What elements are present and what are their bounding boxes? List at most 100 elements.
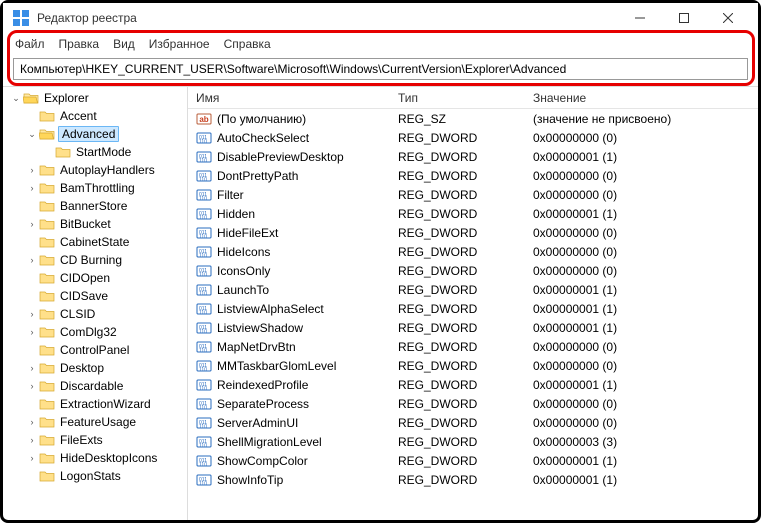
- chevron-right-icon[interactable]: ›: [25, 255, 39, 265]
- folder-icon: [39, 307, 55, 321]
- list-header[interactable]: Имя Тип Значение: [188, 87, 758, 109]
- tree-item[interactable]: CIDOpen: [3, 269, 187, 287]
- tree-item[interactable]: ›BitBucket: [3, 215, 187, 233]
- chevron-right-icon[interactable]: ›: [25, 417, 39, 427]
- tree-item[interactable]: › HideDesktopIcons: [3, 449, 187, 467]
- chevron-right-icon[interactable]: ›: [25, 309, 39, 319]
- value-data: 0x00000001 (1): [533, 473, 758, 487]
- tree-item[interactable]: ControlPanel: [3, 341, 187, 359]
- tree-item[interactable]: ›CD Burning: [3, 251, 187, 269]
- chevron-right-icon[interactable]: ›: [25, 435, 39, 445]
- tree-item-label: Accent: [58, 109, 99, 123]
- list-row[interactable]: 011110HideIconsREG_DWORD0x00000000 (0): [188, 242, 758, 261]
- list-row[interactable]: 011110AutoCheckSelectREG_DWORD0x00000000…: [188, 128, 758, 147]
- tree-pane[interactable]: ⌄Explorer Accent ⌄AdvancedStartMode›Autopl…: [3, 87, 188, 520]
- list-row[interactable]: 011110ShowCompColorREG_DWORD0x00000001 (…: [188, 451, 758, 470]
- tree-item[interactable]: StartMode: [3, 143, 187, 161]
- tree-item[interactable]: CabinetState: [3, 233, 187, 251]
- menu-item[interactable]: Файл: [15, 37, 45, 51]
- value-data: 0x00000001 (1): [533, 207, 758, 221]
- chevron-right-icon[interactable]: ›: [25, 183, 39, 193]
- svg-text:110: 110: [199, 424, 207, 430]
- value-data: 0x00000000 (0): [533, 416, 758, 430]
- list-row[interactable]: 011110ReindexedProfileREG_DWORD0x0000000…: [188, 375, 758, 394]
- chevron-right-icon[interactable]: ›: [25, 381, 39, 391]
- list-row[interactable]: 011110SeparateProcessREG_DWORD0x00000000…: [188, 394, 758, 413]
- value-data: 0x00000001 (1): [533, 302, 758, 316]
- list-row[interactable]: 011110ShowInfoTipREG_DWORD0x00000001 (1): [188, 470, 758, 489]
- list-row[interactable]: 011110ServerAdminUIREG_DWORD0x00000000 (…: [188, 413, 758, 432]
- value-type: REG_DWORD: [398, 131, 533, 145]
- chevron-right-icon[interactable]: ›: [25, 165, 39, 175]
- tree-item[interactable]: ›ComDlg32: [3, 323, 187, 341]
- header-name[interactable]: Имя: [188, 91, 398, 105]
- value-name: MMTaskbarGlomLevel: [217, 359, 336, 373]
- maximize-button[interactable]: [662, 3, 706, 33]
- svg-text:110: 110: [199, 348, 207, 354]
- tree-item-label: CIDSave: [58, 289, 110, 303]
- list-row[interactable]: 011110HideFileExtREG_DWORD0x00000000 (0): [188, 223, 758, 242]
- list-row[interactable]: 011110MMTaskbarGlomLevelREG_DWORD0x00000…: [188, 356, 758, 375]
- value-name: HideFileExt: [217, 226, 278, 240]
- menu-item[interactable]: Правка: [59, 37, 100, 51]
- tree-item[interactable]: Accent: [3, 107, 187, 125]
- chevron-down-icon[interactable]: ⌄: [9, 93, 23, 104]
- chevron-right-icon[interactable]: ›: [25, 453, 39, 463]
- folder-icon: [39, 271, 55, 285]
- title-bar[interactable]: Редактор реестра: [3, 3, 758, 33]
- tree-item[interactable]: ›CLSID: [3, 305, 187, 323]
- list-row[interactable]: 011110IconsOnlyREG_DWORD0x00000000 (0): [188, 261, 758, 280]
- tree-item[interactable]: ⌄Explorer: [3, 89, 187, 107]
- chevron-right-icon[interactable]: ›: [25, 363, 39, 373]
- chevron-right-icon[interactable]: ›: [25, 219, 39, 229]
- svg-text:110: 110: [199, 215, 207, 221]
- menu-item[interactable]: Вид: [113, 37, 135, 51]
- list-row[interactable]: ab(По умолчанию)REG_SZ(значение не присв…: [188, 109, 758, 128]
- tree-item[interactable]: ›BamThrottling: [3, 179, 187, 197]
- folder-icon: [23, 91, 39, 105]
- folder-icon: [39, 289, 55, 303]
- reg-dword-icon: 011110: [196, 149, 212, 165]
- value-type: REG_DWORD: [398, 207, 533, 221]
- minimize-button[interactable]: [618, 3, 662, 33]
- header-value[interactable]: Значение: [533, 91, 758, 105]
- list-row[interactable]: 011110DontPrettyPathREG_DWORD0x00000000 …: [188, 166, 758, 185]
- tree-item[interactable]: ›FeatureUsage: [3, 413, 187, 431]
- tree-item-label: HideDesktopIcons: [58, 451, 159, 465]
- folder-icon: [39, 181, 55, 195]
- tree-item[interactable]: CIDSave: [3, 287, 187, 305]
- folder-icon: [39, 451, 55, 465]
- reg-dword-icon: 011110: [196, 282, 212, 298]
- list-row[interactable]: 011110FilterREG_DWORD0x00000000 (0): [188, 185, 758, 204]
- list-row[interactable]: 011110LaunchToREG_DWORD0x00000001 (1): [188, 280, 758, 299]
- header-type[interactable]: Тип: [398, 91, 533, 105]
- list-row[interactable]: 011110ShellMigrationLevelREG_DWORD0x0000…: [188, 432, 758, 451]
- value-data: 0x00000003 (3): [533, 435, 758, 449]
- tree-item[interactable]: ⌄Advanced: [3, 125, 187, 143]
- tree-item[interactable]: ExtractionWizard: [3, 395, 187, 413]
- chevron-down-icon[interactable]: ⌄: [25, 129, 39, 140]
- value-name: ServerAdminUI: [217, 416, 298, 430]
- list-row[interactable]: 011110HiddenREG_DWORD0x00000001 (1): [188, 204, 758, 223]
- reg-dword-icon: 011110: [196, 301, 212, 317]
- tree-item[interactable]: BannerStore: [3, 197, 187, 215]
- tree-item[interactable]: LogonStats: [3, 467, 187, 485]
- close-button[interactable]: [706, 3, 750, 33]
- svg-text:110: 110: [199, 291, 207, 297]
- menu-item[interactable]: Избранное: [149, 37, 210, 51]
- tree-item[interactable]: ›Discardable: [3, 377, 187, 395]
- chevron-right-icon[interactable]: ›: [25, 327, 39, 337]
- list-row[interactable]: 011110ListviewShadowREG_DWORD0x00000001 …: [188, 318, 758, 337]
- value-data: 0x00000000 (0): [533, 245, 758, 259]
- menu-item[interactable]: Справка: [224, 37, 271, 51]
- list-pane[interactable]: Имя Тип Значение ab(По умолчанию)REG_SZ(…: [188, 87, 758, 520]
- tree-item-label: ExtractionWizard: [58, 397, 153, 411]
- list-row[interactable]: 011110DisablePreviewDesktopREG_DWORD0x00…: [188, 147, 758, 166]
- list-row[interactable]: 011110ListviewAlphaSelectREG_DWORD0x0000…: [188, 299, 758, 318]
- tree-item[interactable]: ›AutoplayHandlers: [3, 161, 187, 179]
- list-row[interactable]: 011110MapNetDrvBtnREG_DWORD0x00000000 (0…: [188, 337, 758, 356]
- tree-item-label: ControlPanel: [58, 343, 131, 357]
- address-input[interactable]: [13, 58, 748, 80]
- tree-item[interactable]: ›FileExts: [3, 431, 187, 449]
- tree-item[interactable]: ›Desktop: [3, 359, 187, 377]
